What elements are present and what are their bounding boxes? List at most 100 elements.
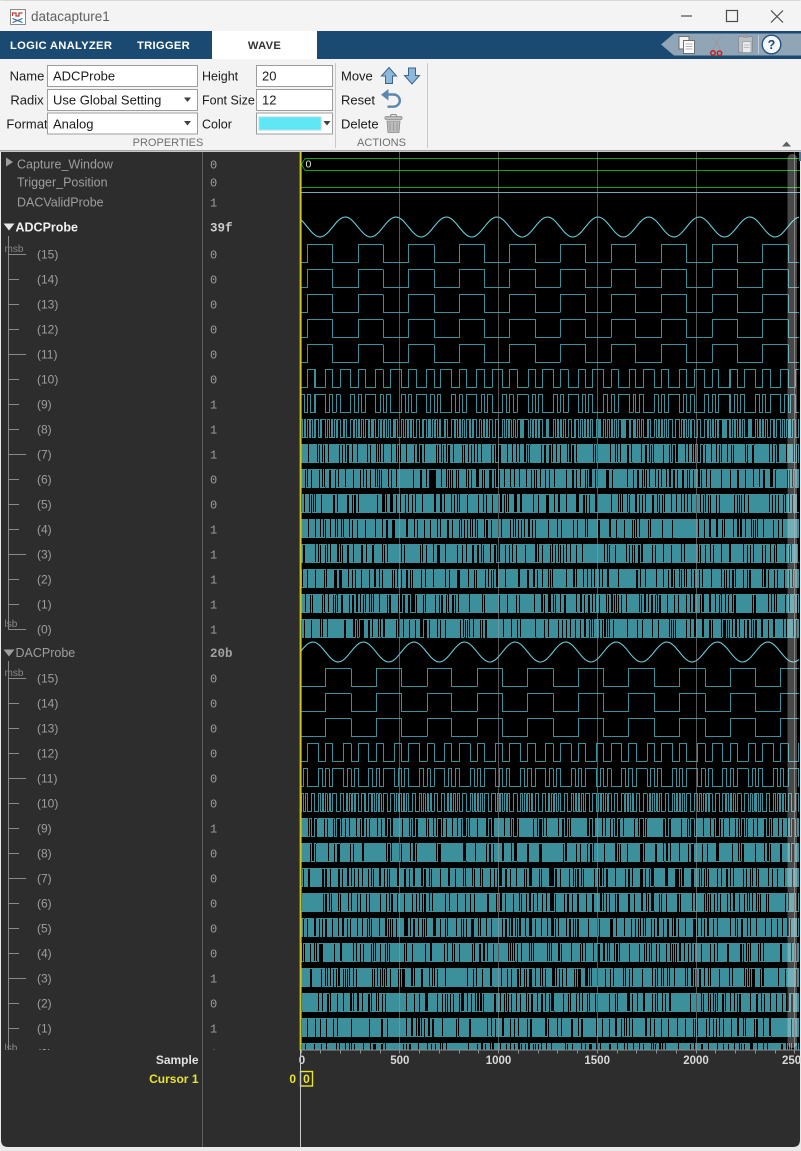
svg-text:Height: Height xyxy=(202,70,239,84)
svg-text:0: 0 xyxy=(210,923,217,937)
svg-text:Cursor 1: Cursor 1 xyxy=(149,1072,199,1086)
svg-text:DACValidProbe: DACValidProbe xyxy=(17,196,104,210)
svg-text:(11): (11) xyxy=(37,772,57,786)
svg-text:0: 0 xyxy=(210,349,217,363)
svg-text:0: 0 xyxy=(210,249,217,263)
svg-text:(12): (12) xyxy=(37,323,58,337)
svg-text:Trigger_Position: Trigger_Position xyxy=(17,176,108,190)
svg-text:1: 1 xyxy=(210,823,217,837)
svg-text:Color: Color xyxy=(202,118,232,132)
svg-text:0: 0 xyxy=(210,798,217,812)
svg-text:(6): (6) xyxy=(37,473,52,487)
svg-text:0: 0 xyxy=(299,1055,305,1067)
svg-text:(6): (6) xyxy=(37,897,52,911)
svg-text:1: 1 xyxy=(210,424,217,438)
svg-text:0: 0 xyxy=(303,1072,310,1086)
svg-text:20: 20 xyxy=(262,69,276,84)
svg-text:39f: 39f xyxy=(210,222,233,236)
svg-text:(3): (3) xyxy=(37,548,52,562)
svg-text:12: 12 xyxy=(262,93,276,108)
svg-text:Delete: Delete xyxy=(341,117,379,132)
svg-text:1: 1 xyxy=(210,574,217,588)
svg-text:TRIGGER: TRIGGER xyxy=(137,40,190,52)
svg-text:(9): (9) xyxy=(37,398,52,412)
svg-text:Sample: Sample xyxy=(156,1053,199,1067)
svg-text:1: 1 xyxy=(210,549,217,563)
svg-text:0: 0 xyxy=(210,159,217,173)
svg-text:(5): (5) xyxy=(37,498,52,512)
svg-text:0: 0 xyxy=(210,873,217,887)
svg-text:(14): (14) xyxy=(37,697,58,711)
svg-text:0: 0 xyxy=(210,374,217,388)
svg-text:1: 1 xyxy=(210,973,217,987)
svg-text:1: 1 xyxy=(210,524,217,538)
svg-text:Capture_Window: Capture_Window xyxy=(17,158,114,172)
svg-text:0: 0 xyxy=(210,998,217,1012)
svg-text:1: 1 xyxy=(210,197,217,211)
svg-text:0: 0 xyxy=(210,299,217,313)
svg-text:20b: 20b xyxy=(210,647,233,661)
svg-text:0: 0 xyxy=(210,673,217,687)
svg-text:(11): (11) xyxy=(37,348,57,362)
svg-text:0: 0 xyxy=(210,177,217,191)
svg-text:0: 0 xyxy=(210,474,217,488)
svg-text:0: 0 xyxy=(210,698,217,712)
svg-text:0: 0 xyxy=(210,723,217,737)
svg-text:WAVE: WAVE xyxy=(248,40,282,52)
svg-text:(4): (4) xyxy=(37,947,52,961)
svg-text:Name: Name xyxy=(10,69,45,84)
svg-text:2000: 2000 xyxy=(683,1055,709,1067)
svg-text:lsb: lsb xyxy=(5,619,18,630)
svg-text:Analog: Analog xyxy=(53,117,93,132)
svg-text:(10): (10) xyxy=(37,373,58,387)
svg-text:0: 0 xyxy=(210,274,217,288)
svg-text:(7): (7) xyxy=(37,448,52,462)
svg-text:(15): (15) xyxy=(37,248,58,262)
svg-text:(2): (2) xyxy=(37,573,52,587)
svg-text:1: 1 xyxy=(210,449,217,463)
svg-text:msb: msb xyxy=(5,668,24,679)
svg-text:0: 0 xyxy=(306,159,312,171)
svg-text:(10): (10) xyxy=(37,797,58,811)
svg-text:0: 0 xyxy=(210,748,217,762)
svg-text:0: 0 xyxy=(210,499,217,513)
svg-text:Radix: Radix xyxy=(10,93,44,108)
svg-text:Use Global Setting: Use Global Setting xyxy=(53,93,161,108)
svg-text:(7): (7) xyxy=(37,872,52,886)
svg-text:1000: 1000 xyxy=(486,1055,512,1067)
svg-text:Move: Move xyxy=(341,69,373,84)
svg-text:Reset: Reset xyxy=(341,93,375,108)
svg-text:(8): (8) xyxy=(37,847,52,861)
svg-text:ADCProbe: ADCProbe xyxy=(16,221,79,235)
svg-text:0: 0 xyxy=(210,773,217,787)
svg-text:(1): (1) xyxy=(37,1022,52,1036)
svg-text:(1): (1) xyxy=(37,598,52,612)
svg-text:(12): (12) xyxy=(37,747,58,761)
svg-text:(3): (3) xyxy=(37,972,52,986)
svg-text:Font Size: Font Size xyxy=(202,94,255,108)
svg-text:(0): (0) xyxy=(37,623,52,637)
svg-text:datacapture1: datacapture1 xyxy=(31,9,110,24)
svg-text:(5): (5) xyxy=(37,922,52,936)
svg-text:PROPERTIES: PROPERTIES xyxy=(133,137,204,149)
svg-text:500: 500 xyxy=(390,1055,409,1067)
svg-text:?: ? xyxy=(768,38,776,52)
svg-text:Format: Format xyxy=(6,117,48,132)
svg-text:1500: 1500 xyxy=(584,1055,610,1067)
svg-text:ADCProbe: ADCProbe xyxy=(53,69,115,84)
svg-text:1: 1 xyxy=(210,1023,217,1037)
svg-text:1: 1 xyxy=(210,599,217,613)
svg-text:1: 1 xyxy=(210,624,217,638)
svg-text:(13): (13) xyxy=(37,298,58,312)
svg-text:1: 1 xyxy=(210,399,217,413)
svg-text:0: 0 xyxy=(289,1072,296,1086)
svg-text:0: 0 xyxy=(210,324,217,338)
svg-text:0: 0 xyxy=(210,848,217,862)
svg-text:(9): (9) xyxy=(37,822,52,836)
svg-text:msb: msb xyxy=(5,244,24,255)
svg-text:DACProbe: DACProbe xyxy=(16,646,76,660)
svg-text:(2): (2) xyxy=(37,997,52,1011)
svg-text:(15): (15) xyxy=(37,672,58,686)
svg-text:(4): (4) xyxy=(37,523,52,537)
svg-text:(13): (13) xyxy=(37,722,58,736)
